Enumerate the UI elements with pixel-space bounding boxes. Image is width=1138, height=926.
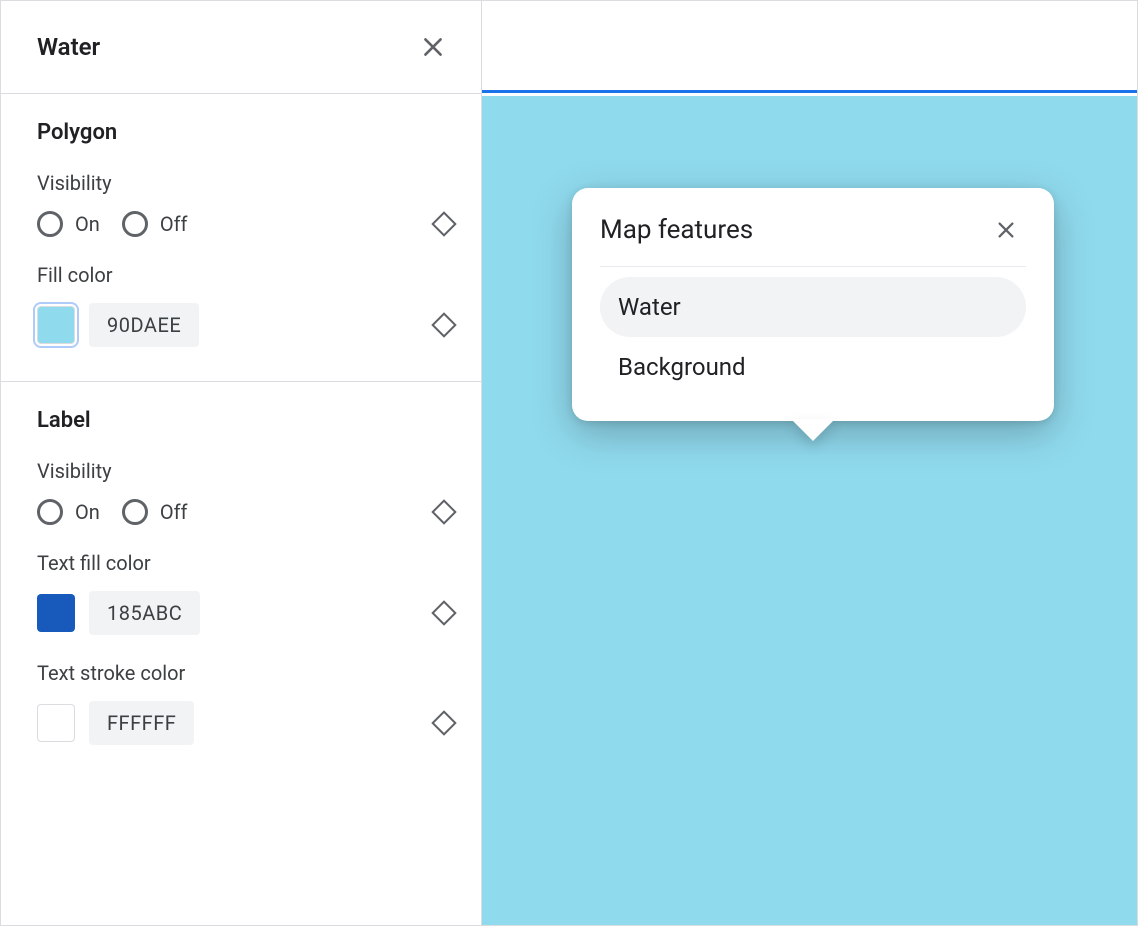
radio-icon [37,499,63,525]
polygon-visibility-group: On Off [37,211,201,237]
label-visibility-off[interactable]: Off [122,499,188,525]
map-features-popover: Map features Water Background [572,188,1054,421]
radio-label-on: On [75,500,100,524]
polygon-fill-color-picker: 90DAEE [37,303,199,347]
label-text-stroke-swatch[interactable] [37,704,75,742]
radio-icon [37,211,63,237]
section-label-title: Label [37,408,453,433]
polygon-visibility-on[interactable]: On [37,211,100,237]
label-text-stroke-row: FFFFFF [37,701,453,745]
polygon-visibility-row: On Off [37,211,453,237]
inherit-toggle-icon[interactable] [431,312,456,337]
label-text-fill-picker: 185ABC [37,591,200,635]
polygon-visibility-off[interactable]: Off [122,211,188,237]
popover-item-background[interactable]: Background [600,337,1026,397]
polygon-fill-color-row: 90DAEE [37,303,453,347]
polygon-visibility-label: Visibility [37,171,453,195]
polygon-fill-swatch[interactable] [37,306,75,344]
popover-close-button[interactable] [986,210,1026,250]
popover-list: Water Background [600,277,1026,397]
label-text-stroke-picker: FFFFFF [37,701,194,745]
inherit-toggle-icon[interactable] [431,499,456,524]
radio-icon [122,499,148,525]
label-text-fill-hex[interactable]: 185ABC [89,591,200,635]
label-visibility-label: Visibility [37,459,453,483]
polygon-fill-hex[interactable]: 90DAEE [89,303,199,347]
inherit-toggle-icon[interactable] [431,710,456,735]
inherit-toggle-icon[interactable] [431,211,456,236]
close-button[interactable] [413,27,453,67]
popover-item-water[interactable]: Water [600,277,1026,337]
radio-label-on: On [75,212,100,236]
popover-title: Map features [600,215,753,245]
label-visibility-row: On Off [37,499,453,525]
label-text-fill-swatch[interactable] [37,594,75,632]
label-visibility-on[interactable]: On [37,499,100,525]
close-icon [420,34,446,60]
section-label: Label Visibility On Off Text fill color … [1,382,481,779]
radio-label-off: Off [160,500,188,524]
sidebar-header: Water [1,1,481,94]
polygon-fill-color-label: Fill color [37,263,453,287]
radio-icon [122,211,148,237]
style-sidebar: Water Polygon Visibility On Off [1,1,482,925]
inherit-toggle-icon[interactable] [431,600,456,625]
map-preview [482,1,1137,925]
preview-topbar [482,1,1137,93]
close-icon [995,219,1017,241]
page-title: Water [37,33,100,61]
label-text-fill-row: 185ABC [37,591,453,635]
popover-header: Map features [600,210,1026,267]
label-text-stroke-label: Text stroke color [37,661,453,685]
section-polygon-title: Polygon [37,120,453,145]
label-text-stroke-hex[interactable]: FFFFFF [89,701,194,745]
label-text-fill-label: Text fill color [37,551,453,575]
section-polygon: Polygon Visibility On Off Fill color 90D… [1,94,481,382]
label-visibility-group: On Off [37,499,201,525]
radio-label-off: Off [160,212,188,236]
